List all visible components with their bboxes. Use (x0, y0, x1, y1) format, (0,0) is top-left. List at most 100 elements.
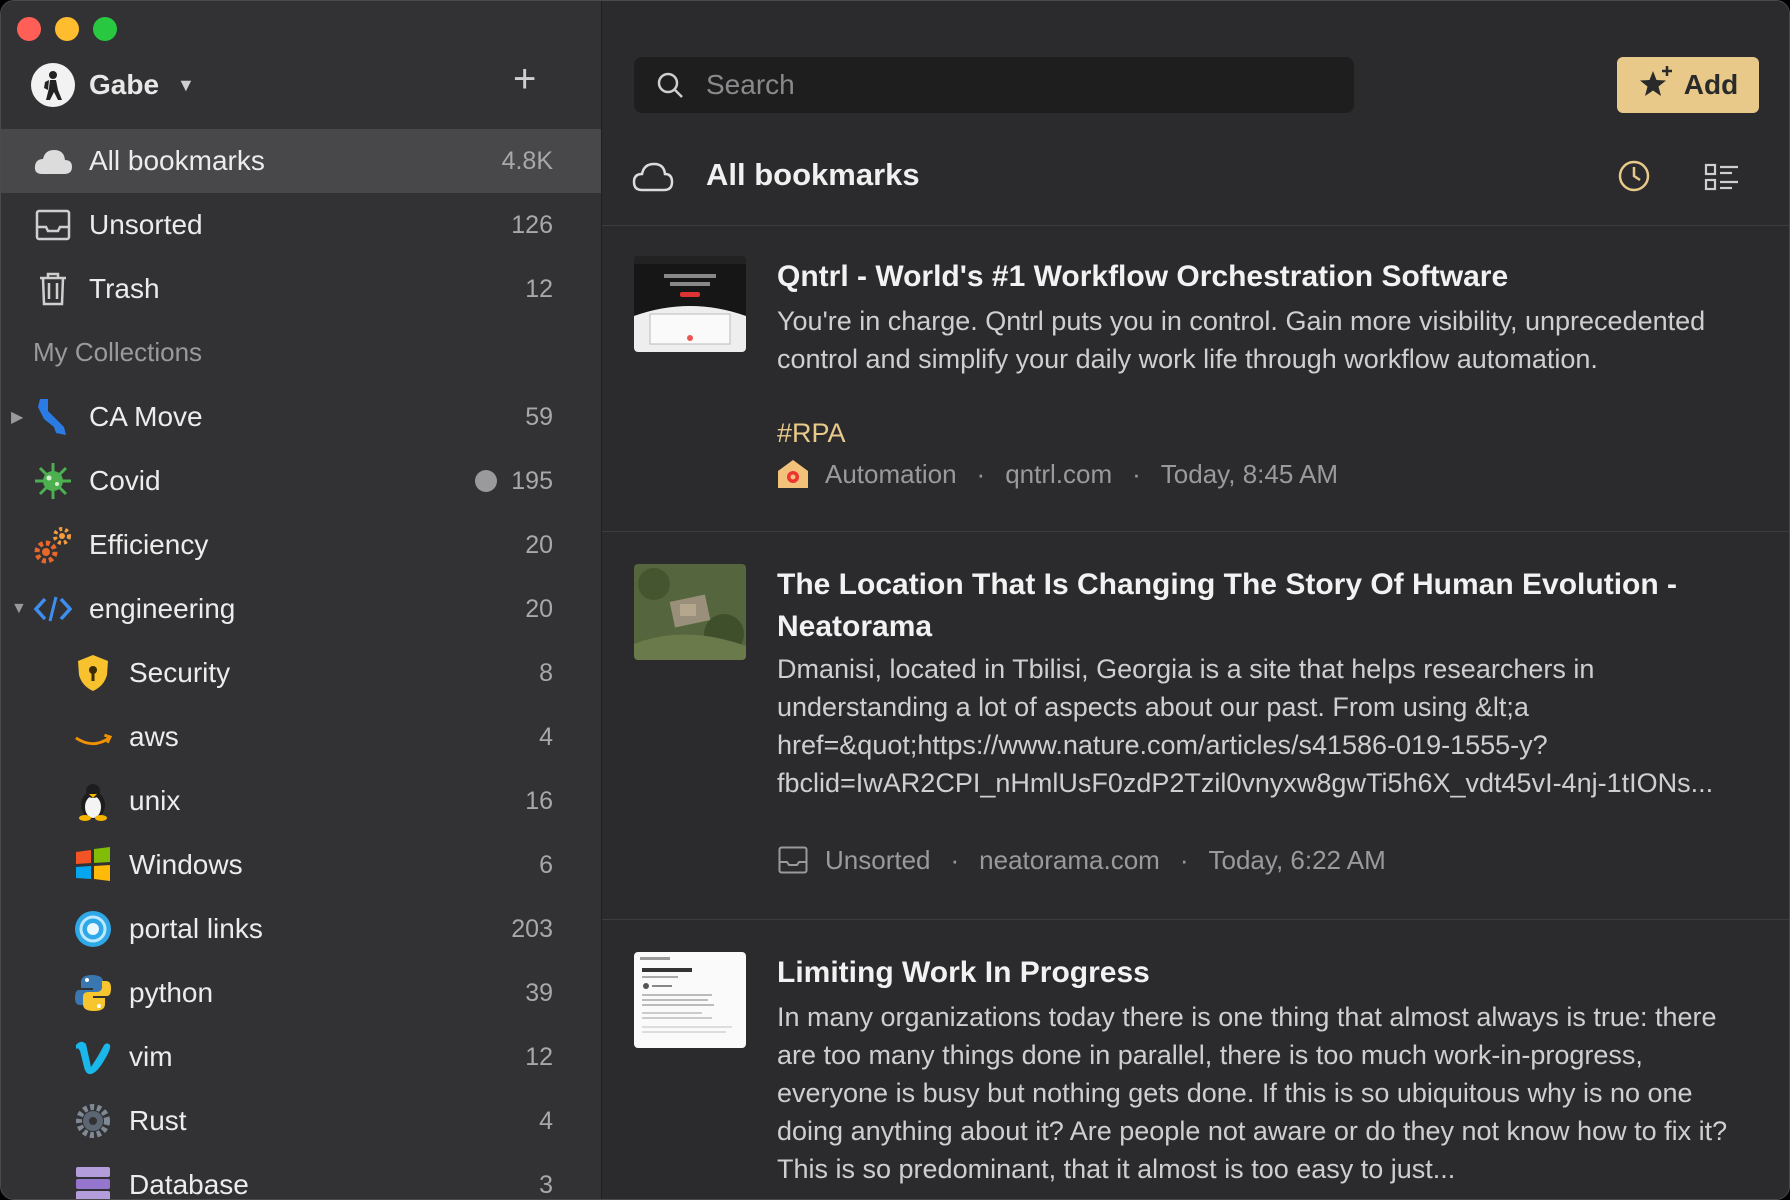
sidebar-item-count: 4 (539, 722, 553, 751)
california-icon (33, 397, 73, 437)
cloud-icon (33, 141, 73, 181)
bookmark-description: In many organizations today there is one… (777, 1002, 1728, 1184)
close-window-button[interactable] (17, 17, 41, 41)
shared-user-icon (475, 470, 497, 492)
cloud-icon (632, 159, 674, 198)
windows-icon (73, 845, 113, 885)
sidebar-item-label: CA Move (89, 401, 203, 432)
collections-section-title: My Collections (33, 337, 203, 367)
shield-icon (73, 653, 113, 693)
list-view-icon (1704, 163, 1738, 191)
code-icon (33, 589, 73, 629)
bookmark-collection[interactable]: Unsorted (825, 845, 931, 876)
sidebar-item-label: unix (129, 785, 181, 816)
gears-icon (33, 525, 73, 565)
bookmark-time: Today, 6:22 AM (1208, 844, 1386, 875)
sidebar-item-count: 16 (525, 786, 553, 815)
sidebar-item-efficiency[interactable]: Efficiency 20 (1, 513, 601, 577)
sidebar-item-ca-move[interactable]: ▶ CA Move 59 (1, 385, 601, 449)
sidebar-item-python[interactable]: python 39 (1, 961, 601, 1025)
bookmark-description: Dmanisi, located in Tbilisi, Georgia is … (777, 654, 1714, 798)
sidebar-item-database[interactable]: Database 3 (1, 1153, 601, 1200)
sidebar-item-portal-links[interactable]: portal links 203 (1, 897, 601, 961)
sidebar-item-label: Windows (129, 849, 243, 880)
portal-icon (73, 909, 113, 949)
meta-separator: · (1179, 844, 1189, 875)
bookmark-domain: neatorama.com (979, 844, 1160, 875)
sidebar-item-count: 4 (539, 1106, 553, 1135)
bookmark-domain: qntrl.com (1005, 458, 1113, 489)
sidebar-item-covid[interactable]: Covid 195 (1, 449, 601, 513)
sidebar-item-count: 195 (511, 466, 553, 495)
sidebar-item-unix[interactable]: unix 16 (1, 769, 601, 833)
bookmark-thumbnail (634, 564, 746, 660)
sidebar-item-count: 3 (539, 1170, 553, 1199)
sidebar-item-trash[interactable]: Trash 12 (1, 257, 601, 321)
bookmark-title[interactable]: Limiting Work In Progress (777, 952, 1751, 994)
automation-collection-icon (777, 458, 809, 490)
bookmark-meta: Unsorted · neatorama.com · Today, 6:22 A… (777, 844, 1386, 876)
chevron-right-icon[interactable]: ▶ (11, 407, 23, 427)
chevron-down-icon[interactable]: ▼ (11, 600, 27, 618)
bookmark-title[interactable]: Qntrl - World's #1 Workflow Orchestratio… (777, 256, 1751, 298)
sidebar-item-count: 8 (539, 658, 553, 687)
window-controls (17, 17, 117, 41)
new-collection-button[interactable]: + (513, 59, 536, 99)
sidebar-item-label: aws (129, 721, 179, 752)
sidebar-item-label: Security (129, 657, 231, 688)
bookmark-description: You're in charge. Qntrl puts you in cont… (777, 306, 1706, 374)
bookmark-item[interactable]: The Location That Is Changing The Story … (602, 532, 1789, 920)
sidebar-item-count: 12 (525, 1042, 553, 1071)
rust-gear-icon (73, 1101, 113, 1141)
bookmark-collection[interactable]: Automation (825, 459, 957, 490)
sidebar: Gabe ▼ + All bookmarks 4.8K Unsorted 126… (1, 1, 602, 1200)
sidebar-item-label: Covid (89, 465, 161, 496)
sidebar-item-unsorted[interactable]: Unsorted 126 (1, 193, 601, 257)
page-title: All bookmarks (706, 157, 920, 192)
sidebar-item-count: 203 (511, 914, 553, 943)
sidebar-item-aws[interactable]: aws 4 (1, 705, 601, 769)
sidebar-item-label: Database (129, 1169, 249, 1200)
sidebar-item-engineering[interactable]: ▼ engineering 20 (1, 577, 601, 641)
meta-separator: · (950, 844, 960, 875)
sidebar-item-count: 20 (525, 530, 553, 559)
chevron-down-icon: ▼ (177, 74, 195, 95)
sidebar-item-count: 59 (525, 402, 553, 431)
virus-icon (33, 461, 73, 501)
bookmark-tag[interactable]: #RPA (777, 418, 846, 449)
sidebar-item-count: 20 (525, 594, 553, 623)
add-bookmark-button[interactable]: Add (1617, 57, 1759, 113)
sidebar-item-windows[interactable]: Windows 6 (1, 833, 601, 897)
hiker-icon (44, 71, 62, 100)
main-panel: Add All bookmarks Qntrl - World's #1 Wor… (602, 1, 1789, 1199)
app-window: Gabe ▼ + All bookmarks 4.8K Unsorted 126… (0, 0, 1790, 1200)
sidebar-item-label: Unsorted (89, 209, 203, 240)
sidebar-item-label: Efficiency (89, 529, 209, 560)
sidebar-item-count: 126 (511, 210, 553, 239)
clock-icon (1618, 160, 1650, 192)
sidebar-item-label: All bookmarks (89, 145, 265, 176)
sidebar-item-count: 4.8K (501, 146, 553, 175)
sidebar-item-count: 6 (539, 850, 553, 879)
search-icon (656, 71, 684, 104)
sidebar-item-count: 12 (525, 274, 553, 303)
inbox-icon (777, 844, 809, 876)
sidebar-item-security[interactable]: Security 8 (1, 641, 601, 705)
aws-icon (73, 717, 113, 757)
sidebar-item-all-bookmarks[interactable]: All bookmarks 4.8K (1, 129, 601, 193)
bookmark-title[interactable]: The Location That Is Changing The Story … (777, 564, 1751, 648)
sidebar-item-vim[interactable]: vim 12 (1, 1025, 601, 1089)
view-mode-button[interactable] (1704, 163, 1740, 198)
sidebar-item-label: Trash (89, 273, 160, 304)
sort-by-date-button[interactable] (1617, 159, 1651, 198)
sidebar-item-rust[interactable]: Rust 4 (1, 1089, 601, 1153)
user-menu[interactable]: Gabe ▼ (31, 63, 195, 107)
minimize-window-button[interactable] (55, 17, 79, 41)
bookmark-item[interactable]: Qntrl - World's #1 Workflow Orchestratio… (602, 226, 1789, 532)
user-name: Gabe (89, 69, 160, 100)
inbox-icon (33, 205, 73, 245)
zoom-window-button[interactable] (93, 17, 117, 41)
bookmark-item[interactable]: Limiting Work In Progress In many organi… (602, 920, 1789, 1199)
bookmark-thumbnail (634, 952, 746, 1048)
search-input[interactable] (704, 68, 1308, 102)
